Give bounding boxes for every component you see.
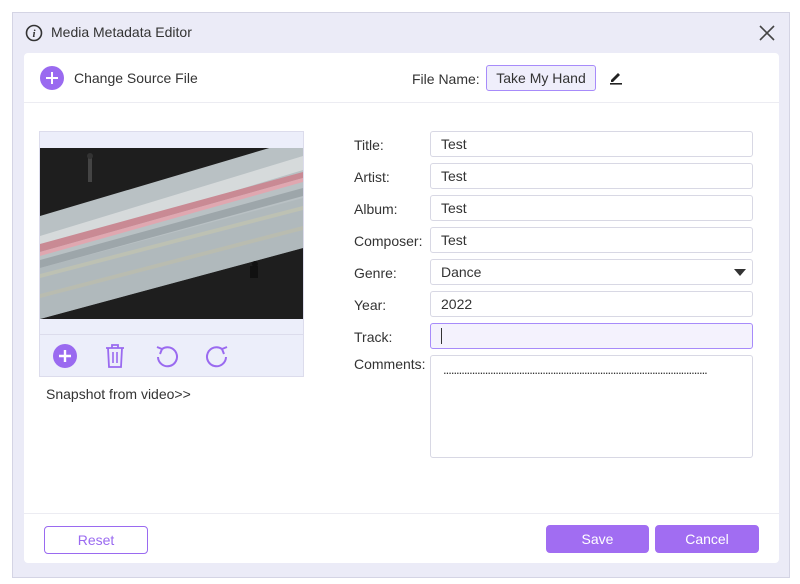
- genre-select[interactable]: Dance: [430, 259, 753, 285]
- rotate-left-icon[interactable]: [154, 343, 180, 369]
- file-name-field[interactable]: Take My Hand: [486, 65, 596, 91]
- album-label: Album:: [354, 201, 398, 217]
- svg-text:i: i: [32, 28, 36, 40]
- pencil-icon[interactable]: [608, 69, 624, 85]
- footer-bar: Reset Save Cancel: [24, 513, 779, 563]
- album-field[interactable]: Test: [430, 195, 753, 221]
- comments-label: Comments:: [354, 356, 426, 372]
- editor-panel: Change Source File File Name: Take My Ha…: [24, 53, 779, 563]
- reset-button[interactable]: Reset: [44, 526, 148, 554]
- change-source-label: Change Source File: [74, 70, 198, 86]
- plus-circle-icon[interactable]: [52, 343, 78, 369]
- title-bar: i Media Metadata Editor: [13, 13, 789, 53]
- window-title: Media Metadata Editor: [51, 24, 192, 40]
- snapshot-from-video-link[interactable]: Snapshot from video>>: [46, 386, 191, 402]
- metadata-editor-window: i Media Metadata Editor Change Source Fi…: [12, 12, 790, 578]
- track-label: Track:: [354, 329, 393, 345]
- top-bar: Change Source File File Name: Take My Ha…: [24, 53, 779, 103]
- title-label: Title:: [354, 137, 384, 153]
- trash-icon[interactable]: [102, 343, 128, 369]
- cover-art-panel: [39, 131, 304, 377]
- cover-toolbar: [40, 334, 303, 376]
- track-field[interactable]: [430, 323, 753, 349]
- cover-artwork: [40, 148, 303, 319]
- change-source-file-button[interactable]: Change Source File: [40, 66, 198, 90]
- year-label: Year:: [354, 297, 387, 313]
- composer-field[interactable]: Test: [430, 227, 753, 253]
- year-field[interactable]: 2022: [430, 291, 753, 317]
- info-icon: i: [25, 24, 43, 42]
- artist-field[interactable]: Test: [430, 163, 753, 189]
- composer-label: Composer:: [354, 233, 423, 249]
- plus-circle-icon: [40, 66, 64, 90]
- comments-field[interactable]: ........................................…: [430, 355, 753, 458]
- save-button[interactable]: Save: [546, 525, 649, 553]
- cover-image: [40, 148, 303, 319]
- cancel-button[interactable]: Cancel: [655, 525, 759, 553]
- chevron-down-icon[interactable]: [734, 269, 746, 276]
- rotate-right-icon[interactable]: [204, 343, 230, 369]
- text-caret: [441, 328, 442, 345]
- title-field[interactable]: Test: [430, 131, 753, 157]
- file-name-label: File Name:: [412, 71, 480, 87]
- close-icon[interactable]: [757, 23, 777, 43]
- artist-label: Artist:: [354, 169, 390, 185]
- genre-selected-value: Dance: [441, 264, 482, 280]
- genre-label: Genre:: [354, 265, 397, 281]
